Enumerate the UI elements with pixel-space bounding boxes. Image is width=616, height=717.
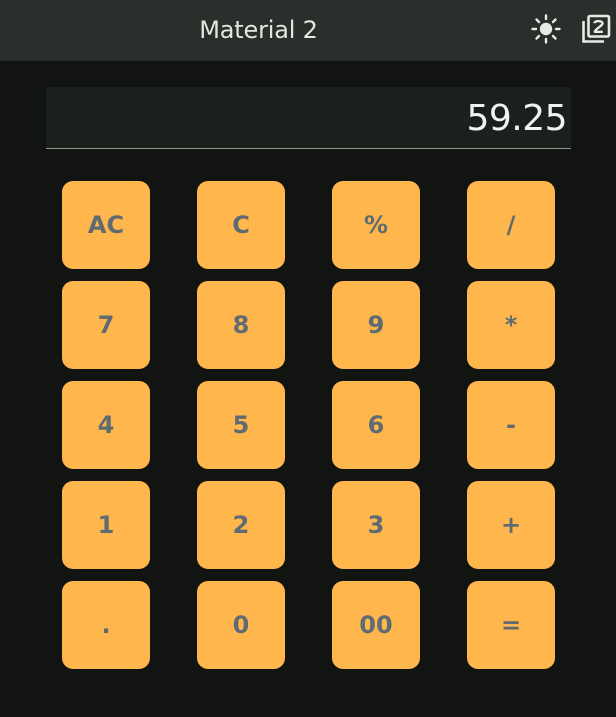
key-clear-button[interactable]: C — [197, 181, 285, 269]
key-four-button[interactable]: 4 — [62, 381, 150, 469]
key-three-button[interactable]: 3 — [332, 481, 420, 569]
key-label: 8 — [232, 311, 250, 339]
key-all-clear-button[interactable]: AC — [62, 181, 150, 269]
key-label: + — [500, 511, 522, 539]
key-five-button[interactable]: 5 — [197, 381, 285, 469]
material-version-button[interactable] — [578, 11, 614, 47]
key-label: 2 — [232, 511, 250, 539]
result-display: 59.25 — [46, 87, 571, 149]
key-label: 3 — [367, 511, 385, 539]
key-label: 1 — [97, 511, 115, 539]
key-multiply-button[interactable]: * — [467, 281, 555, 369]
key-zero-button[interactable]: 0 — [197, 581, 285, 669]
filter-2-icon — [582, 14, 611, 43]
sun-icon — [531, 14, 561, 44]
key-label: 00 — [359, 611, 393, 639]
key-label: 7 — [97, 311, 115, 339]
key-label: % — [363, 211, 389, 239]
key-label: 0 — [232, 611, 250, 639]
key-six-button[interactable]: 6 — [332, 381, 420, 469]
key-divide-button[interactable]: / — [467, 181, 555, 269]
keypad: AC C%/7 8 9 * 4 5 6-1 2 3 +. 0 00 = — [62, 181, 555, 669]
key-one-button[interactable]: 1 — [62, 481, 150, 569]
key-label: C — [232, 211, 250, 239]
theme-toggle-button[interactable] — [528, 11, 564, 47]
key-label: = — [500, 611, 522, 639]
key-eight-button[interactable]: 8 — [197, 281, 285, 369]
key-percent-button[interactable]: % — [332, 181, 420, 269]
key-decimal-button[interactable]: . — [62, 581, 150, 669]
key-two-button[interactable]: 2 — [197, 481, 285, 569]
key-add-button[interactable]: + — [467, 481, 555, 569]
key-nine-button[interactable]: 9 — [332, 281, 420, 369]
key-double-zero-button[interactable]: 00 — [332, 581, 420, 669]
key-label: 9 — [367, 311, 385, 339]
app-title: Material 2 — [199, 16, 318, 44]
key-label: AC — [87, 211, 125, 239]
key-label: 4 — [97, 411, 115, 439]
key-label: / — [506, 211, 516, 239]
key-label: * — [504, 311, 518, 339]
key-subtract-button[interactable]: - — [467, 381, 555, 469]
key-label: - — [506, 411, 516, 439]
key-label: 5 — [232, 411, 250, 439]
key-label: 6 — [367, 411, 385, 439]
app-bar: Material 2 — [0, 0, 616, 61]
key-equals-button[interactable]: = — [467, 581, 555, 669]
display-value: 59.25 — [466, 98, 567, 139]
key-seven-button[interactable]: 7 — [62, 281, 150, 369]
key-label: . — [101, 611, 111, 639]
